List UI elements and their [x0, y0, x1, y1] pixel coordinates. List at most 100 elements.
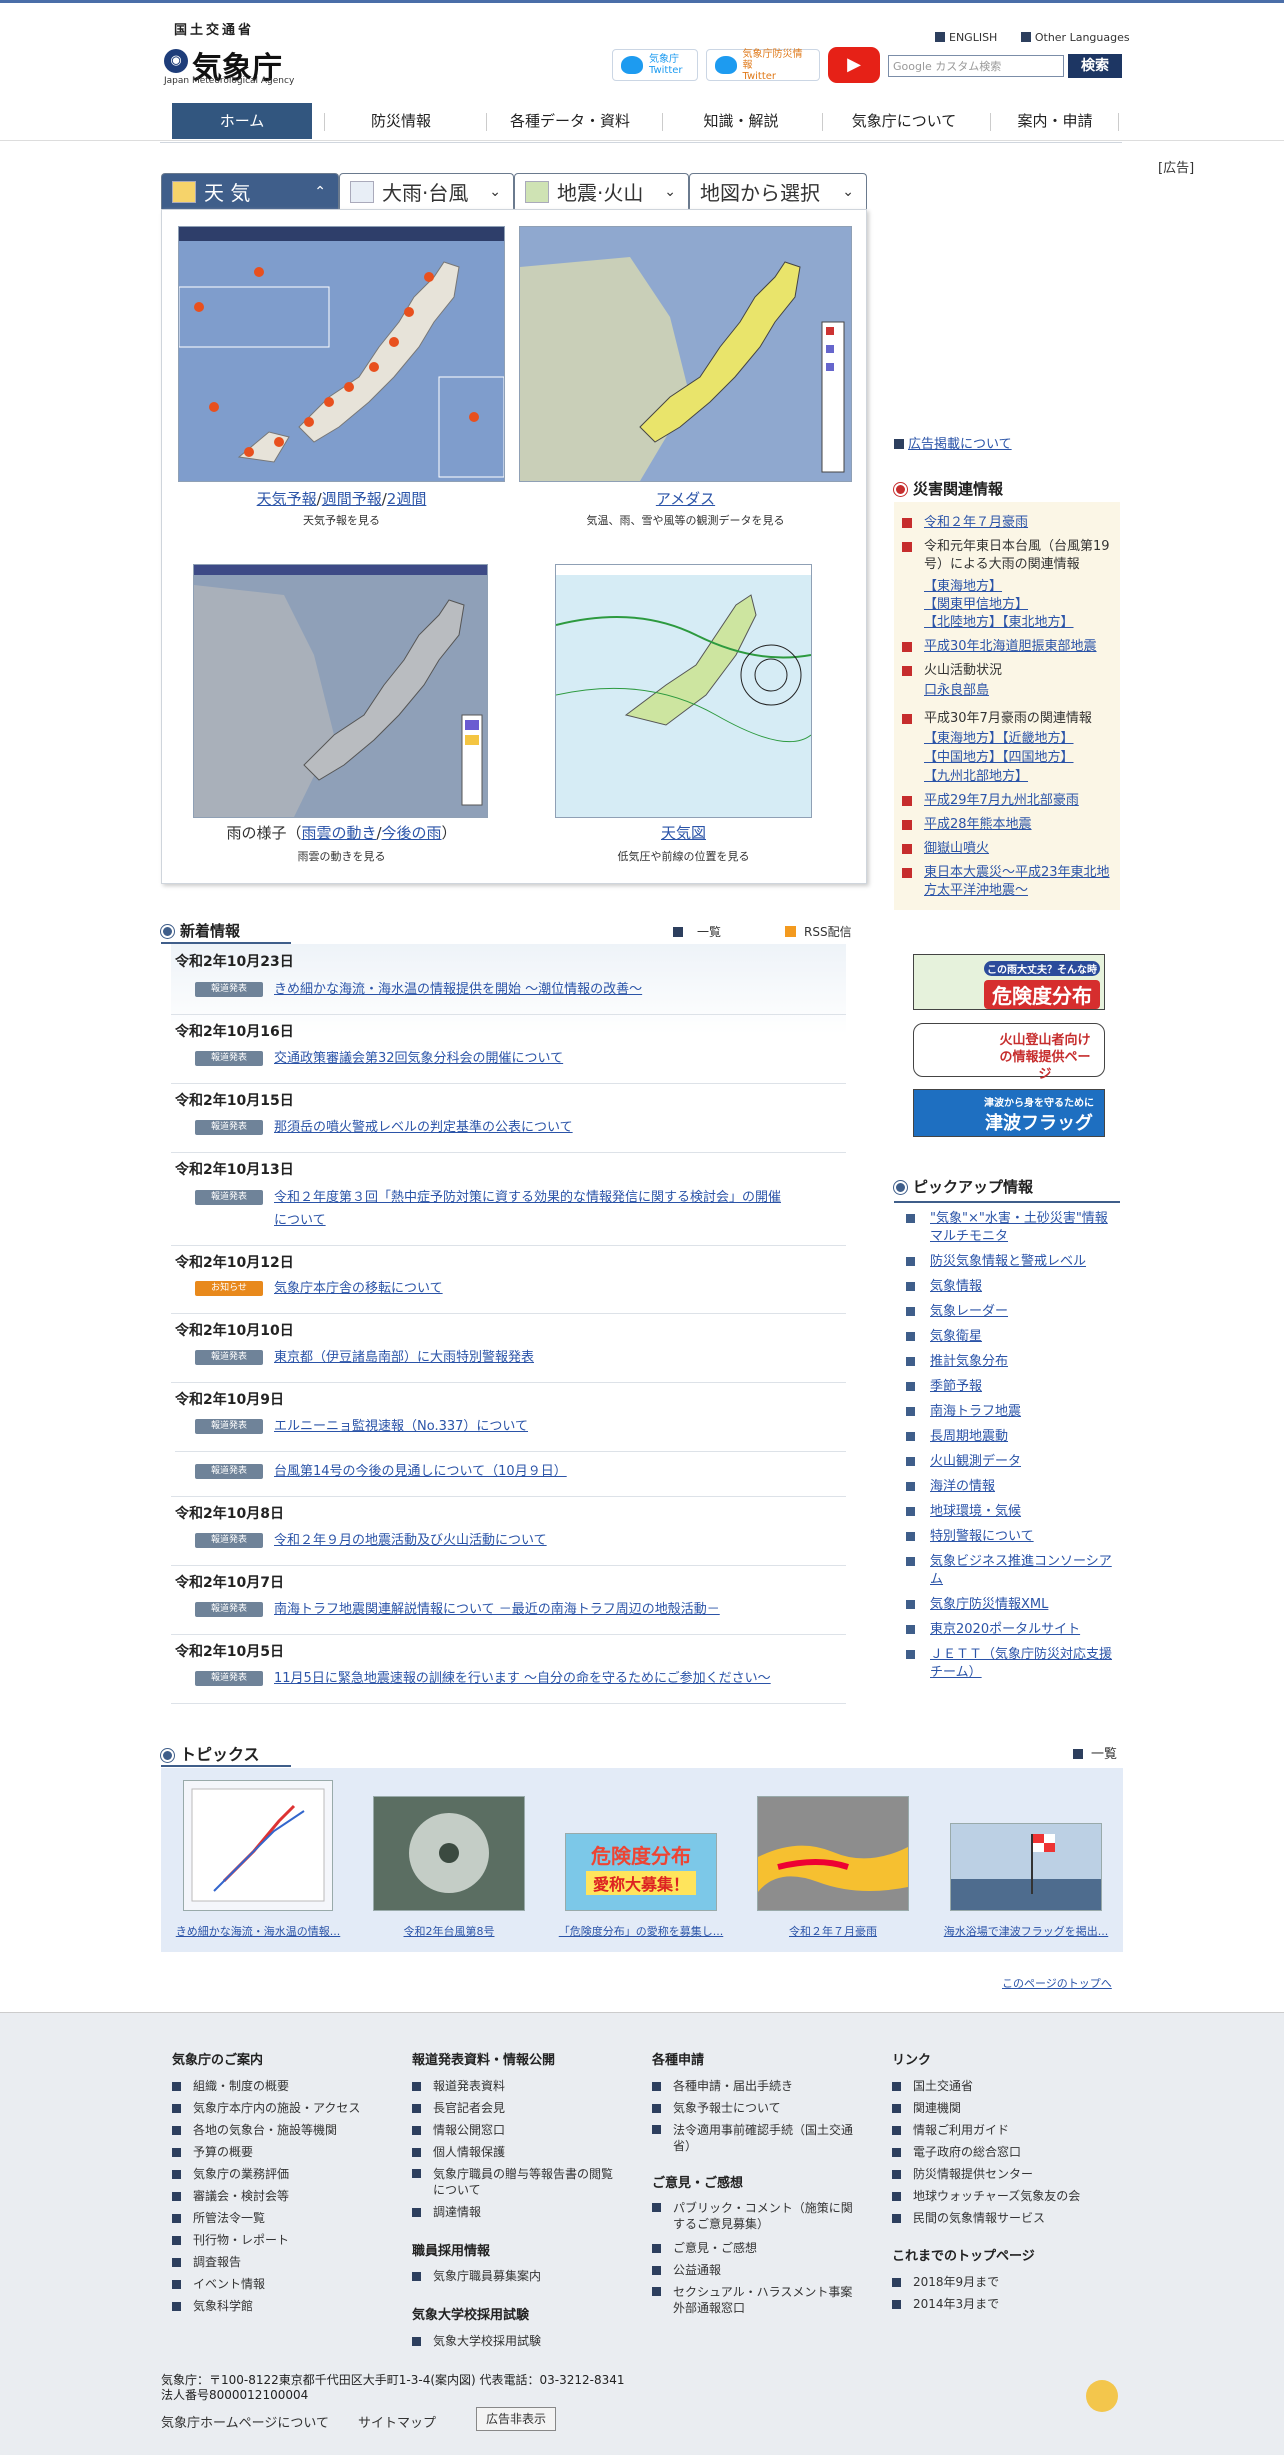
pickup-link[interactable]: 海洋の情報: [930, 1478, 1120, 1496]
tsunami-flag-banner[interactable]: 津波から身を守るために 津波フラッグ: [913, 1089, 1105, 1137]
footer-link[interactable]: 各種申請・届出手続き: [652, 2078, 793, 2094]
footer-link[interactable]: 報道発表資料: [412, 2078, 505, 2094]
sitemap-link[interactable]: サイトマップ: [358, 2412, 436, 2431]
disaster-link[interactable]: 平成30年北海道胆振東部地震: [924, 638, 1116, 656]
pickup-item[interactable]: 推計気象分布: [894, 1353, 1120, 1371]
pickup-item[interactable]: 東京2020ポータルサイト: [894, 1621, 1120, 1639]
pickup-item[interactable]: 気象庁防災情報XML: [894, 1596, 1120, 1614]
footer-link[interactable]: 気象庁の業務評価: [172, 2166, 289, 2182]
pickup-link[interactable]: 気象レーダー: [930, 1303, 1120, 1321]
footer-link[interactable]: 個人情報保護: [412, 2144, 505, 2160]
topic-link[interactable]: 「危険度分布」の愛称を募集し...: [551, 1923, 731, 1939]
news-link[interactable]: 気象庁本庁舎の移転について: [274, 1277, 834, 1301]
rss-link[interactable]: RSS配信: [785, 923, 852, 940]
topic-image-rain[interactable]: [757, 1796, 909, 1911]
footer-link[interactable]: ご意見・ご感想: [652, 2240, 757, 2256]
footer-link[interactable]: 関連機関: [892, 2100, 961, 2116]
news-link[interactable]: 台風第14号の今後の見通しについて（10月９日）: [274, 1460, 834, 1484]
pickup-link[interactable]: 気象ビジネス推進コンソーシアム: [930, 1553, 1120, 1589]
nav-home[interactable]: ホーム: [172, 103, 312, 139]
footer-link[interactable]: 国土交通省: [892, 2078, 973, 2094]
footer-link[interactable]: 民間の気象情報サービス: [892, 2210, 1045, 2226]
weather-chart-link[interactable]: 天気図: [661, 824, 706, 842]
pickup-link[interactable]: 地球環境・気候: [930, 1503, 1120, 1521]
footer-link[interactable]: 各地の気象台・施設等機関: [172, 2122, 337, 2138]
pickup-item[interactable]: ＪＥＴＴ（気象庁防災対応支援チーム）: [894, 1646, 1120, 1682]
disaster-item[interactable]: 東日本大震災～平成23年東北地方太平洋沖地震～: [902, 864, 1116, 900]
amedas-link[interactable]: アメダス: [656, 490, 715, 508]
pickup-link[interactable]: 防災気象情報と警戒レベル: [930, 1253, 1120, 1271]
disaster-sublink[interactable]: 【中国地方】【四国地方】: [924, 749, 1116, 767]
disaster-item[interactable]: 平成30年北海道胆振東部地震: [902, 638, 1116, 656]
about-site-link[interactable]: 気象庁ホームページについて: [161, 2412, 329, 2431]
disaster-item[interactable]: 御嶽山噴火: [902, 840, 1116, 858]
disaster-link[interactable]: 平成28年熊本地震: [924, 816, 1116, 834]
disaster-item[interactable]: 平成28年熊本地震: [902, 816, 1116, 834]
news-link[interactable]: きめ細かな海流・海水温の情報提供を開始 ～潮位情報の改善～: [274, 978, 834, 1002]
disaster-sublink[interactable]: 【関東甲信地方】: [924, 596, 1116, 614]
pickup-link[interactable]: 特別警報について: [930, 1528, 1120, 1546]
twitter-jma-button[interactable]: 気象庁 Twitter: [612, 49, 698, 81]
footer-link[interactable]: 気象科学館: [172, 2298, 253, 2314]
other-languages-link[interactable]: Other Languages: [1020, 31, 1140, 44]
pickup-item[interactable]: 特別警報について: [894, 1528, 1120, 1546]
footer-link[interactable]: 地球ウォッチャーズ気象友の会: [892, 2188, 1080, 2204]
pickup-link[interactable]: 火山観測データ: [930, 1453, 1120, 1471]
footer-link[interactable]: 長官記者会見: [412, 2100, 505, 2116]
pickup-item[interactable]: 気象情報: [894, 1278, 1120, 1296]
footer-link[interactable]: 電子政府の総合窓口: [892, 2144, 1021, 2160]
footer-link[interactable]: 組織・制度の概要: [172, 2078, 289, 2094]
weather-chart-map[interactable]: [555, 564, 812, 818]
footer-link[interactable]: 防災情報提供センター: [892, 2166, 1033, 2182]
news-link[interactable]: 11月5日に緊急地震速報の訓練を行います ～自分の命を守るためにご参加ください～: [274, 1667, 834, 1691]
pickup-link[interactable]: "気象"×"水害・土砂災害"情報マルチモニタ: [930, 1210, 1120, 1246]
footer-link[interactable]: 気象庁職員募集案内: [412, 2268, 541, 2284]
tab-rain-typhoon[interactable]: 大雨·台風 ⌄: [339, 173, 514, 209]
footer-link[interactable]: パブリック・コメント（施策に関するご意見募集）: [652, 2200, 862, 2232]
footer-link[interactable]: イベント情報: [172, 2276, 265, 2292]
jma-logo[interactable]: 国土交通省 ◉ 気象庁 Japan Meteorological Agency: [160, 19, 300, 89]
pickup-link[interactable]: ＪＥＴＴ（気象庁防災対応支援チーム）: [930, 1646, 1120, 1682]
topic-image-tsunami-flag[interactable]: [950, 1823, 1102, 1911]
pickup-item[interactable]: 地球環境・気候: [894, 1503, 1120, 1521]
future-rain-link[interactable]: 今後の雨: [382, 824, 442, 842]
pickup-link[interactable]: 推計気象分布: [930, 1353, 1120, 1371]
disaster-link[interactable]: 東日本大震災～平成23年東北地方太平洋沖地震～: [924, 864, 1116, 900]
back-to-top-link[interactable]: このページのトップへ: [1002, 1975, 1112, 1991]
news-link[interactable]: 令和２年度第３回「熱中症予防対策に資する効果的な情報発信に関する検討会」の開催: [274, 1186, 834, 1210]
topic-link[interactable]: きめ細かな海流・海水温の情報...: [165, 1923, 351, 1939]
nav-disaster-info[interactable]: 防災情報: [328, 103, 474, 139]
disaster-sublink[interactable]: 【九州北部地方】: [924, 768, 1116, 786]
news-link-cont[interactable]: について: [274, 1209, 834, 1233]
footer-link[interactable]: 気象庁職員の贈与等報告書の閲覧について: [412, 2166, 622, 2198]
footer-link[interactable]: 調達情報: [412, 2204, 481, 2220]
pickup-link[interactable]: 気象庁防災情報XML: [930, 1596, 1120, 1614]
pickup-link[interactable]: 気象情報: [930, 1278, 1120, 1296]
pickup-link[interactable]: 気象衛星: [930, 1328, 1120, 1346]
pickup-link[interactable]: 南海トラフ地震: [930, 1403, 1120, 1421]
news-link[interactable]: 交通政策審議会第32回気象分科会の開催について: [274, 1047, 834, 1071]
footer-link[interactable]: セクシュアル・ハラスメント事案外部通報窓口: [652, 2284, 872, 2316]
rain-map[interactable]: [193, 564, 488, 818]
tab-earthquake-volcano[interactable]: 地震·火山 ⌄: [514, 173, 689, 209]
forecast-link[interactable]: 天気予報: [257, 490, 317, 508]
footer-link[interactable]: 審議会・検討会等: [172, 2188, 289, 2204]
disaster-sublink[interactable]: 【東海地方】: [924, 578, 1116, 596]
news-link[interactable]: 那須岳の噴火警戒レベルの判定基準の公表について: [274, 1116, 834, 1140]
topics-list-link[interactable]: 一覧: [1073, 1743, 1117, 1762]
footer-link[interactable]: 2014年3月まで: [892, 2296, 999, 2312]
news-link[interactable]: 令和２年９月の地震活動及び火山活動について: [274, 1529, 834, 1553]
pickup-item[interactable]: 気象衛星: [894, 1328, 1120, 1346]
amedas-map[interactable]: [519, 226, 852, 482]
weekly-forecast-link[interactable]: 週間予報: [322, 490, 382, 508]
footer-link[interactable]: 2018年9月まで: [892, 2274, 999, 2290]
footer-link[interactable]: 気象庁本庁内の施設・アクセス: [172, 2100, 360, 2116]
footer-link[interactable]: 法令適用事前確認手続（国土交通省）: [652, 2122, 862, 2154]
pickup-item[interactable]: 火山観測データ: [894, 1453, 1120, 1471]
pickup-link[interactable]: 東京2020ポータルサイト: [930, 1621, 1120, 1639]
disaster-link[interactable]: 令和２年７月豪雨: [924, 514, 1116, 532]
two-week-forecast-link[interactable]: 2週間: [387, 490, 427, 508]
rain-movement-link[interactable]: 雨雲の動き: [301, 824, 376, 842]
footer-link[interactable]: 所管法令一覧: [172, 2210, 265, 2226]
pickup-item[interactable]: 防災気象情報と警戒レベル: [894, 1253, 1120, 1271]
